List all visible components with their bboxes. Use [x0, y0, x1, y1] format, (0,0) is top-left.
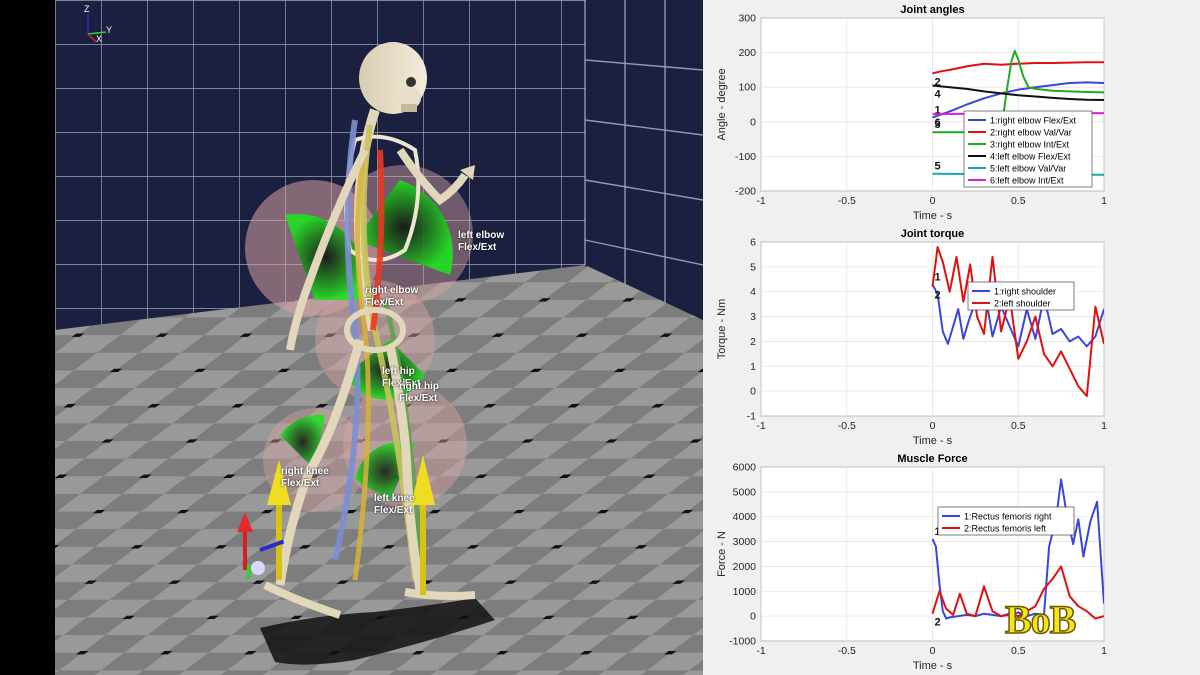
chart3-ytick-label: 0 — [750, 611, 756, 623]
chart1-xtick-label: 0 — [930, 195, 936, 207]
chart2-series-1-marker-label: 1 — [935, 271, 941, 283]
chart2-xtick-label: 1 — [1101, 420, 1107, 432]
axis-indicator: Z Y X — [78, 4, 118, 46]
chart3-xtick-label: 0.5 — [1011, 645, 1026, 657]
chart2-ytick-label: -1 — [747, 411, 756, 423]
chart1-title: Joint angles — [900, 4, 964, 16]
3d-viewport[interactable]: Z Y X left elbow Flex/Ext right elbow Fl… — [55, 0, 703, 675]
chart1-legend-entry-2: 2:right elbow Val/Var — [990, 128, 1072, 138]
chart1-xtick-label: -0.5 — [838, 195, 856, 207]
chart2-ytick-label: 0 — [750, 386, 756, 398]
chart2-legend-entry-1: 1:right shoulder — [994, 287, 1056, 297]
chart3-ytick-label: 3000 — [733, 536, 757, 548]
chart1-xlabel: Time - s — [913, 210, 953, 222]
chart2-ytick-label: 6 — [750, 237, 756, 249]
label-right-hip: right hip Flex/Ext — [399, 381, 439, 404]
chart1-xtick-label: -1 — [756, 195, 765, 207]
chart1-ylabel: Angle - degree — [716, 68, 728, 140]
axis-y-label: Y — [106, 25, 113, 35]
chart3-series-2-marker-label: 2 — [935, 617, 941, 629]
chart3-xtick-label: -0.5 — [838, 645, 856, 657]
chart3-xtick-label: -1 — [756, 645, 765, 657]
axis-x-label: X — [96, 34, 103, 44]
chart2-xtick-label: 0.5 — [1011, 420, 1026, 432]
chart2-xlabel: Time - s — [913, 435, 953, 447]
chart3-title: Muscle Force — [897, 453, 967, 465]
chart1-xtick-label: 1 — [1101, 195, 1107, 207]
chart2-xtick-label: -1 — [756, 420, 765, 432]
plots-canvas: -1 -0.5 0 0.5 1-200-1000100200300Joint angle… — [716, 4, 1107, 672]
chart3-xlabel: Time - s — [913, 660, 953, 672]
chart2-ytick-label: 5 — [750, 261, 756, 273]
chart3-ytick-label: 1000 — [733, 586, 757, 598]
chart1-ytick-label: 200 — [738, 47, 756, 59]
chart3-legend-entry-2: 2:Rectus femoris left — [964, 524, 1047, 534]
chart1-ytick-label: 0 — [750, 116, 756, 128]
chart2-ytick-label: 2 — [750, 336, 756, 348]
label-right-knee: right knee Flex/Ext — [281, 466, 329, 489]
chart3-ytick-label: 5000 — [733, 486, 757, 498]
chart1-series-6-marker-label: 6 — [935, 117, 941, 129]
chart1-legend-entry-6: 6:left elbow Int/Ext — [990, 176, 1064, 186]
chart1-ytick-label: -100 — [735, 151, 756, 163]
chart1-legend-entry-3: 3:right elbow Int/Ext — [990, 140, 1070, 150]
chart2-ytick-label: 4 — [750, 286, 756, 298]
chart1-ytick-label: -200 — [735, 186, 756, 198]
plot-panel: -1 -0.5 0 0.5 1 -200 -100 0 100 200 300 Joint angle… — [703, 0, 1200, 675]
label-left-knee: left knee Flex/Ext — [374, 493, 415, 516]
chart2-ytick-label: 1 — [750, 361, 756, 373]
label-right-elbow: right elbow Flex/Ext — [365, 285, 419, 308]
chart3-ytick-label: 2000 — [733, 561, 757, 573]
axis-z-label: Z — [84, 4, 90, 14]
chart1-legend-entry-4: 4:left elbow Flex/Ext — [990, 152, 1071, 162]
chart1-ytick-label: 300 — [738, 13, 756, 25]
chart2-ylabel: Torque - Nm — [716, 299, 728, 360]
chart2-series-2-marker-label: 2 — [935, 290, 941, 302]
chart3-ytick-label: 6000 — [733, 462, 757, 474]
label-left-elbow: left elbow Flex/Ext — [458, 230, 505, 253]
chart3-legend-entry-1: 1:Rectus femoris right — [964, 512, 1052, 522]
chart1-legend-entry-1: 1:right elbow Flex/Ext — [990, 116, 1077, 126]
chart3-xtick-label: 0 — [930, 645, 936, 657]
chart2-title: Joint torque — [901, 228, 965, 240]
chart2-ytick-label: 3 — [750, 311, 756, 323]
chart1-legend-entry-5: 5:left elbow Val/Var — [990, 164, 1066, 174]
chart3-ytick-label: -1000 — [729, 636, 756, 648]
chart1-ytick-label: 100 — [738, 82, 756, 94]
chart3-ylabel: Force - N — [716, 531, 728, 577]
chart1-xtick-label: 0.5 — [1011, 195, 1026, 207]
chart1-series-4-marker-label: 4 — [935, 88, 942, 100]
chart2-xtick-label: -0.5 — [838, 420, 856, 432]
chart2-legend-entry-2: 2:left shoulder — [994, 299, 1051, 309]
chart2-xtick-label: 0 — [930, 420, 936, 432]
chart1-series-5-marker-label: 5 — [935, 161, 941, 173]
chart3-xtick-label: 1 — [1101, 645, 1107, 657]
scene-canvas — [55, 0, 703, 675]
chart3-ytick-label: 4000 — [733, 511, 757, 523]
bob-watermark: BoB — [1004, 596, 1077, 643]
